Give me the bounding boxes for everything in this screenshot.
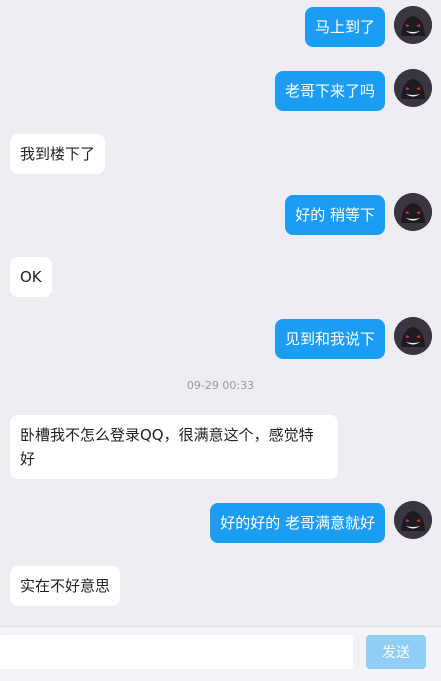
chat-area[interactable]: 马上到了 老哥下来了吗 我到楼下了 好的 稍等下 OK 见到和我说下 09-29… — [0, 0, 441, 626]
ghost-avatar-icon[interactable] — [394, 501, 432, 539]
message-bubble-sent[interactable]: 老哥下来了吗 — [274, 71, 385, 111]
timestamp: 09-29 00:33 — [186, 379, 255, 392]
composer-bar: 发送 — [0, 626, 441, 681]
message-bubble-received[interactable]: 卧槽我不怎么登录QQ，很满意这个，感觉特好 — [10, 415, 338, 479]
message-bubble-sent[interactable]: 好的好的 老哥满意就好 — [210, 503, 385, 543]
message-bubble-sent[interactable]: 好的 稍等下 — [285, 195, 385, 235]
ghost-avatar-icon[interactable] — [394, 69, 432, 107]
ghost-avatar-icon[interactable] — [394, 193, 432, 231]
message-bubble-sent[interactable]: 见到和我说下 — [274, 319, 385, 359]
send-button[interactable]: 发送 — [366, 635, 426, 669]
ghost-avatar-icon[interactable] — [394, 6, 432, 44]
ghost-avatar-icon[interactable] — [394, 317, 432, 355]
message-bubble-received[interactable]: OK — [10, 257, 52, 297]
message-input[interactable] — [0, 635, 353, 669]
message-bubble-received[interactable]: 我到楼下了 — [10, 134, 106, 174]
message-bubble-received[interactable]: 实在不好意思 — [10, 566, 121, 606]
message-bubble-sent[interactable]: 马上到了 — [304, 7, 385, 47]
